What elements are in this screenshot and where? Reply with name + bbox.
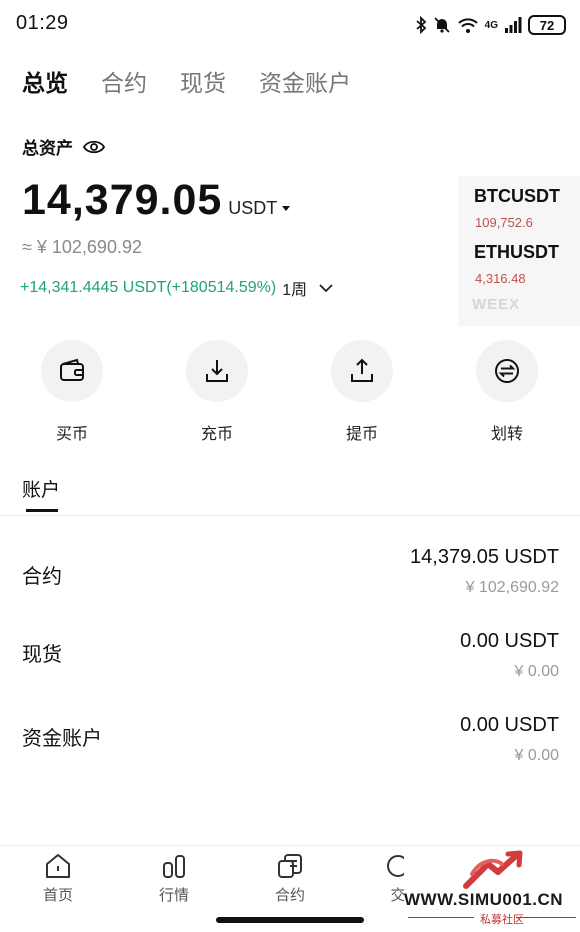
wifi-icon: [457, 18, 478, 33]
action-circle: [41, 340, 103, 402]
weex-logo: WEEX: [472, 296, 521, 313]
signal-icon: [505, 17, 522, 33]
tab-overview[interactable]: 总览: [22, 64, 68, 98]
status-time: 01:29: [16, 12, 69, 34]
account-row-funding[interactable]: 资金账户 0.00 USDT ¥ 0.00: [0, 706, 580, 786]
withdraw-icon: [351, 358, 373, 382]
account-value: 0.00 USDT: [460, 630, 559, 652]
action-circle: [331, 340, 393, 402]
ticker-symbol: BTCUSDT: [474, 186, 560, 206]
buy-crypto-button[interactable]: 买币: [22, 340, 122, 444]
tab-contract[interactable]: 合约: [101, 64, 147, 98]
action-label: 充币: [200, 426, 233, 443]
account-row-contract[interactable]: 合约 14,379.05 USDT ¥ 102,690.92: [0, 538, 580, 618]
period-selector[interactable]: 1周: [282, 276, 333, 300]
watermark-line: [408, 917, 474, 918]
contract-icon: [278, 854, 302, 878]
watermark: WWW.SIMU001.CN 私募社区: [404, 848, 580, 932]
ticker-symbol: ETHUSDT: [474, 242, 559, 262]
account-row-spot[interactable]: 现货 0.00 USDT ¥ 0.00: [0, 622, 580, 702]
tab-accounts[interactable]: 账户: [22, 475, 60, 502]
account-value: 14,379.05 USDT: [410, 546, 559, 568]
withdraw-button[interactable]: 提币: [312, 340, 412, 444]
watermark-line: [516, 917, 576, 918]
total-assets-amount: 14,379.05: [22, 176, 223, 224]
action-label: 提币: [345, 426, 378, 443]
account-name: 资金账户: [22, 728, 102, 750]
total-assets-amount-row: 14,379.05 USDT: [22, 176, 291, 225]
nav-label: 合约: [274, 887, 305, 904]
bottom-nav-divider: [0, 845, 580, 846]
account-value: 0.00 USDT: [460, 714, 559, 736]
nav-label: 行情: [158, 887, 189, 904]
chevron-down-icon: [319, 283, 333, 292]
nav-contract[interactable]: 合约: [245, 852, 335, 905]
transfer-button[interactable]: 划转: [457, 340, 557, 444]
deposit-icon: [206, 360, 228, 382]
deposit-button[interactable]: 充币: [167, 340, 267, 444]
market-icon: [163, 855, 185, 878]
section-divider: [0, 515, 580, 516]
ticker-price: 4,316.48: [475, 271, 526, 286]
top-tabs: 总览 合约 现货 资金账户: [22, 64, 351, 98]
battery-indicator: 72: [528, 15, 566, 35]
home-indicator[interactable]: [216, 917, 364, 923]
action-label: 买币: [55, 426, 88, 443]
total-assets-cny: ≈ ¥ 102,690.92: [22, 237, 142, 257]
tab-underline: [26, 509, 58, 512]
action-circle: [476, 340, 538, 402]
nav-label: 首页: [42, 887, 73, 904]
tab-spot[interactable]: 现货: [180, 64, 226, 98]
account-cny: ¥ 0.00: [514, 663, 559, 680]
nav-market[interactable]: 行情: [129, 852, 219, 905]
ticker-widget[interactable]: BTCUSDT 109,752.6 ETHUSDT 4,316.48 WEEX: [458, 176, 580, 326]
caret-down-icon: [282, 205, 291, 211]
mute-bell-icon: [434, 17, 450, 33]
wallet-icon: [60, 358, 84, 381]
bluetooth-icon: [416, 16, 426, 34]
network-type-label: 4G: [484, 19, 498, 31]
nav-home[interactable]: 首页: [13, 852, 103, 905]
watermark-logo-icon: [463, 850, 523, 889]
tab-funding-account[interactable]: 资金账户: [259, 64, 351, 98]
account-cny: ¥ 0.00: [514, 747, 559, 764]
account-name: 现货: [22, 644, 62, 666]
action-circle: [186, 340, 248, 402]
account-name: 合约: [22, 566, 62, 588]
watermark-subtitle: 私募社区: [480, 914, 524, 926]
watermark-url: WWW.SIMU001.CN: [404, 890, 564, 909]
account-cny: ¥ 102,690.92: [465, 579, 559, 596]
currency-label: USDT: [228, 198, 278, 218]
total-assets-header: 总资产: [22, 134, 105, 159]
currency-selector[interactable]: USDT: [228, 198, 291, 219]
status-icons: 4G 72: [415, 14, 566, 36]
ticker-price: 109,752.6: [475, 215, 533, 230]
pnl-value: +14,341.4445 USDT(+180514.59%): [20, 279, 277, 296]
eye-icon[interactable]: [83, 139, 105, 155]
total-assets-label: 总资产: [22, 139, 73, 158]
action-label: 划转: [490, 426, 523, 443]
transfer-icon: [495, 359, 519, 383]
period-label: 1周: [282, 282, 308, 299]
home-icon: [46, 854, 70, 878]
pnl-row: +14,341.4445 USDT(+180514.59%) 1周: [20, 276, 333, 300]
